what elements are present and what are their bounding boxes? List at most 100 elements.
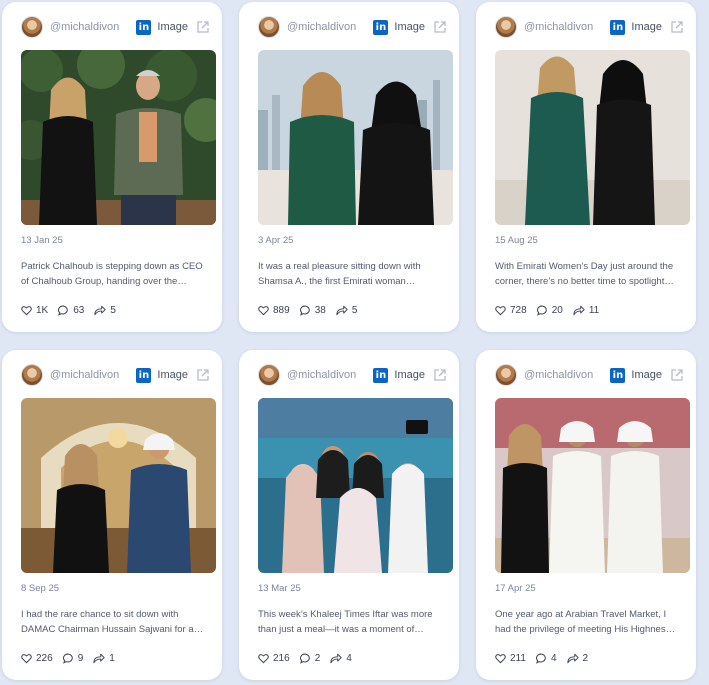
author-handle[interactable]: @michaldivon	[287, 21, 373, 33]
post-image[interactable]	[495, 50, 690, 225]
share-icon	[330, 653, 342, 664]
share-icon	[336, 305, 348, 316]
linkedin-icon: in	[136, 19, 152, 35]
post-type-label: Image	[157, 369, 188, 381]
comments-stat: 63	[58, 305, 84, 316]
avatar[interactable]	[495, 364, 517, 386]
post-excerpt: One year ago at Arabian Travel Market, I…	[495, 609, 676, 635]
author-handle[interactable]: @michaldivon	[50, 369, 136, 381]
post-excerpt: This week’s Khaleej Times Iftar was more…	[258, 609, 433, 635]
comments-stat: 2	[299, 653, 321, 664]
shares-count: 2	[582, 653, 589, 664]
avatar[interactable]	[258, 364, 280, 386]
post-stats: 216 2 4	[258, 653, 447, 664]
heart-icon	[495, 654, 506, 664]
avatar[interactable]	[495, 16, 517, 38]
linkedin-icon: in	[373, 19, 389, 35]
likes-count: 216	[273, 653, 290, 664]
post-type-label: Image	[394, 21, 425, 33]
external-link-icon[interactable]	[670, 368, 684, 382]
likes-stat: 889	[258, 305, 290, 316]
external-link-icon[interactable]	[670, 20, 684, 34]
post-card[interactable]: @michaldivon in Image 8 Sep 25 I had the…	[2, 350, 222, 680]
post-card[interactable]: @michaldivon in Image 17 Apr 25 One year…	[476, 350, 696, 680]
comment-icon	[58, 305, 68, 316]
likes-count: 1K	[36, 305, 49, 316]
comments-count: 9	[77, 653, 84, 664]
likes-count: 728	[510, 305, 527, 316]
linkedin-icon: in	[610, 19, 626, 35]
post-type-label: Image	[631, 21, 662, 33]
external-link-icon[interactable]	[196, 368, 210, 382]
post-date: 13 Mar 25	[258, 583, 301, 594]
shares-stat: 2	[566, 653, 589, 664]
heart-icon	[21, 654, 32, 664]
post-image[interactable]	[258, 50, 453, 225]
shares-stat: 1	[93, 653, 115, 664]
comment-icon	[299, 653, 310, 664]
shares-stat: 5	[336, 305, 358, 316]
linkedin-icon: in	[136, 367, 152, 383]
comment-icon	[62, 653, 73, 664]
avatar[interactable]	[258, 16, 280, 38]
post-card[interactable]: @michaldivon in Image 13 Mar 25 This wee…	[239, 350, 459, 680]
card-header: @michaldivon in Image	[495, 362, 684, 388]
shares-count: 5	[110, 305, 116, 316]
heart-icon	[258, 654, 269, 664]
comments-count: 20	[551, 305, 563, 316]
post-stats: 728 20 11	[495, 305, 684, 316]
post-type-label: Image	[631, 369, 662, 381]
comments-count: 4	[550, 653, 557, 664]
heart-icon	[495, 306, 506, 316]
post-excerpt: With Emirati Women’s Day just around the…	[495, 261, 674, 287]
card-header: @michaldivon in Image	[258, 362, 447, 388]
post-type-label: Image	[157, 21, 188, 33]
linkedin-icon: in	[610, 367, 626, 383]
author-handle[interactable]: @michaldivon	[50, 21, 136, 33]
card-header: @michaldivon in Image	[258, 14, 447, 40]
comment-icon	[535, 653, 546, 664]
post-image[interactable]	[495, 398, 690, 573]
post-stats: 889 38 5	[258, 305, 447, 316]
author-handle[interactable]: @michaldivon	[524, 369, 610, 381]
likes-stat: 728	[495, 305, 527, 316]
likes-count: 889	[273, 305, 290, 316]
likes-stat: 1K	[21, 305, 48, 316]
heart-icon	[258, 306, 269, 316]
shares-count: 5	[351, 305, 358, 316]
post-card[interactable]: @michaldivon in Image 13 Jan 25 Patrick …	[2, 2, 222, 332]
post-card[interactable]: @michaldivon in Image 15 Aug 25 With Emi…	[476, 2, 696, 332]
author-handle[interactable]: @michaldivon	[287, 369, 373, 381]
post-type-label: Image	[394, 369, 425, 381]
external-link-icon[interactable]	[433, 368, 447, 382]
comments-count: 2	[314, 653, 321, 664]
post-image[interactable]	[21, 50, 216, 225]
shares-count: 11	[588, 305, 600, 316]
likes-stat: 211	[495, 653, 526, 664]
heart-icon	[21, 306, 32, 316]
comment-icon	[536, 305, 547, 316]
avatar[interactable]	[21, 364, 43, 386]
shares-stat: 11	[573, 305, 599, 316]
share-icon	[93, 653, 105, 664]
avatar[interactable]	[21, 16, 43, 38]
comments-stat: 9	[62, 653, 84, 664]
post-date: 3 Apr 25	[258, 235, 294, 246]
post-excerpt: It was a real pleasure sitting down with…	[258, 261, 421, 287]
linkedin-icon: in	[373, 367, 389, 383]
author-handle[interactable]: @michaldivon	[524, 21, 610, 33]
post-date: 17 Apr 25	[495, 583, 536, 594]
post-stats: 211 4 2	[495, 653, 684, 664]
post-image[interactable]	[21, 398, 216, 573]
post-image[interactable]	[258, 398, 453, 573]
external-link-icon[interactable]	[196, 20, 210, 34]
post-stats: 226 9 1	[21, 653, 210, 664]
likes-stat: 226	[21, 653, 53, 664]
card-header: @michaldivon in Image	[495, 14, 684, 40]
comments-stat: 38	[299, 305, 326, 316]
likes-count: 226	[36, 653, 53, 664]
external-link-icon[interactable]	[433, 20, 447, 34]
post-card[interactable]: @michaldivon in Image 3 Apr 25 It was a …	[239, 2, 459, 332]
post-date: 8 Sep 25	[21, 583, 60, 594]
shares-count: 4	[346, 653, 352, 664]
